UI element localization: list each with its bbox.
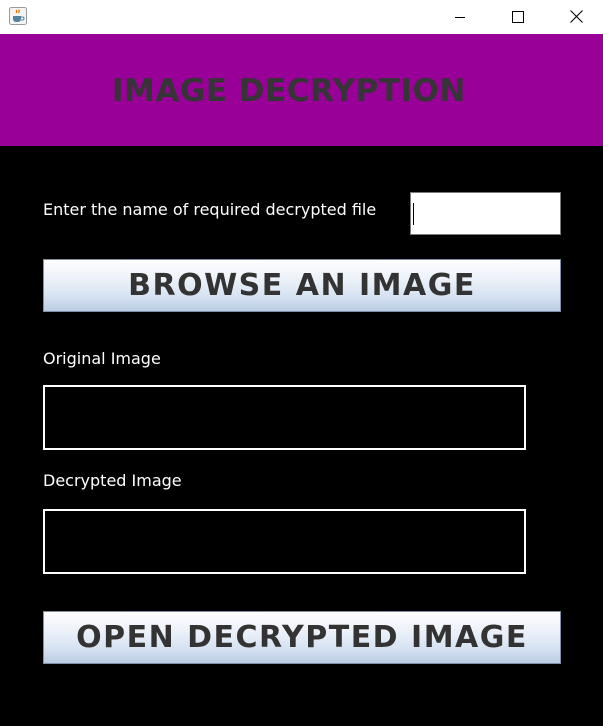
minimize-button[interactable] — [431, 0, 489, 34]
filename-prompt-label: Enter the name of required decrypted fil… — [43, 200, 377, 219]
close-button[interactable] — [547, 0, 603, 34]
minimize-icon — [454, 8, 466, 27]
page-title: IMAGE DECRYPTION — [112, 73, 466, 109]
window-titlebar — [0, 0, 603, 34]
maximize-icon — [512, 8, 524, 27]
original-image-label: Original Image — [43, 349, 161, 368]
close-icon — [569, 8, 583, 27]
decrypted-image-box — [43, 509, 526, 574]
java-coffee-cup-icon — [9, 7, 27, 25]
open-decrypted-image-button[interactable]: OPEN DECRYPTED IMAGE — [43, 611, 561, 664]
original-image-box — [43, 385, 526, 450]
filename-input[interactable] — [410, 192, 561, 235]
browse-image-button[interactable]: BROWSE AN IMAGE — [43, 259, 561, 312]
text-caret — [413, 203, 414, 225]
decrypted-image-label: Decrypted Image — [43, 471, 182, 490]
maximize-button[interactable] — [489, 0, 547, 34]
